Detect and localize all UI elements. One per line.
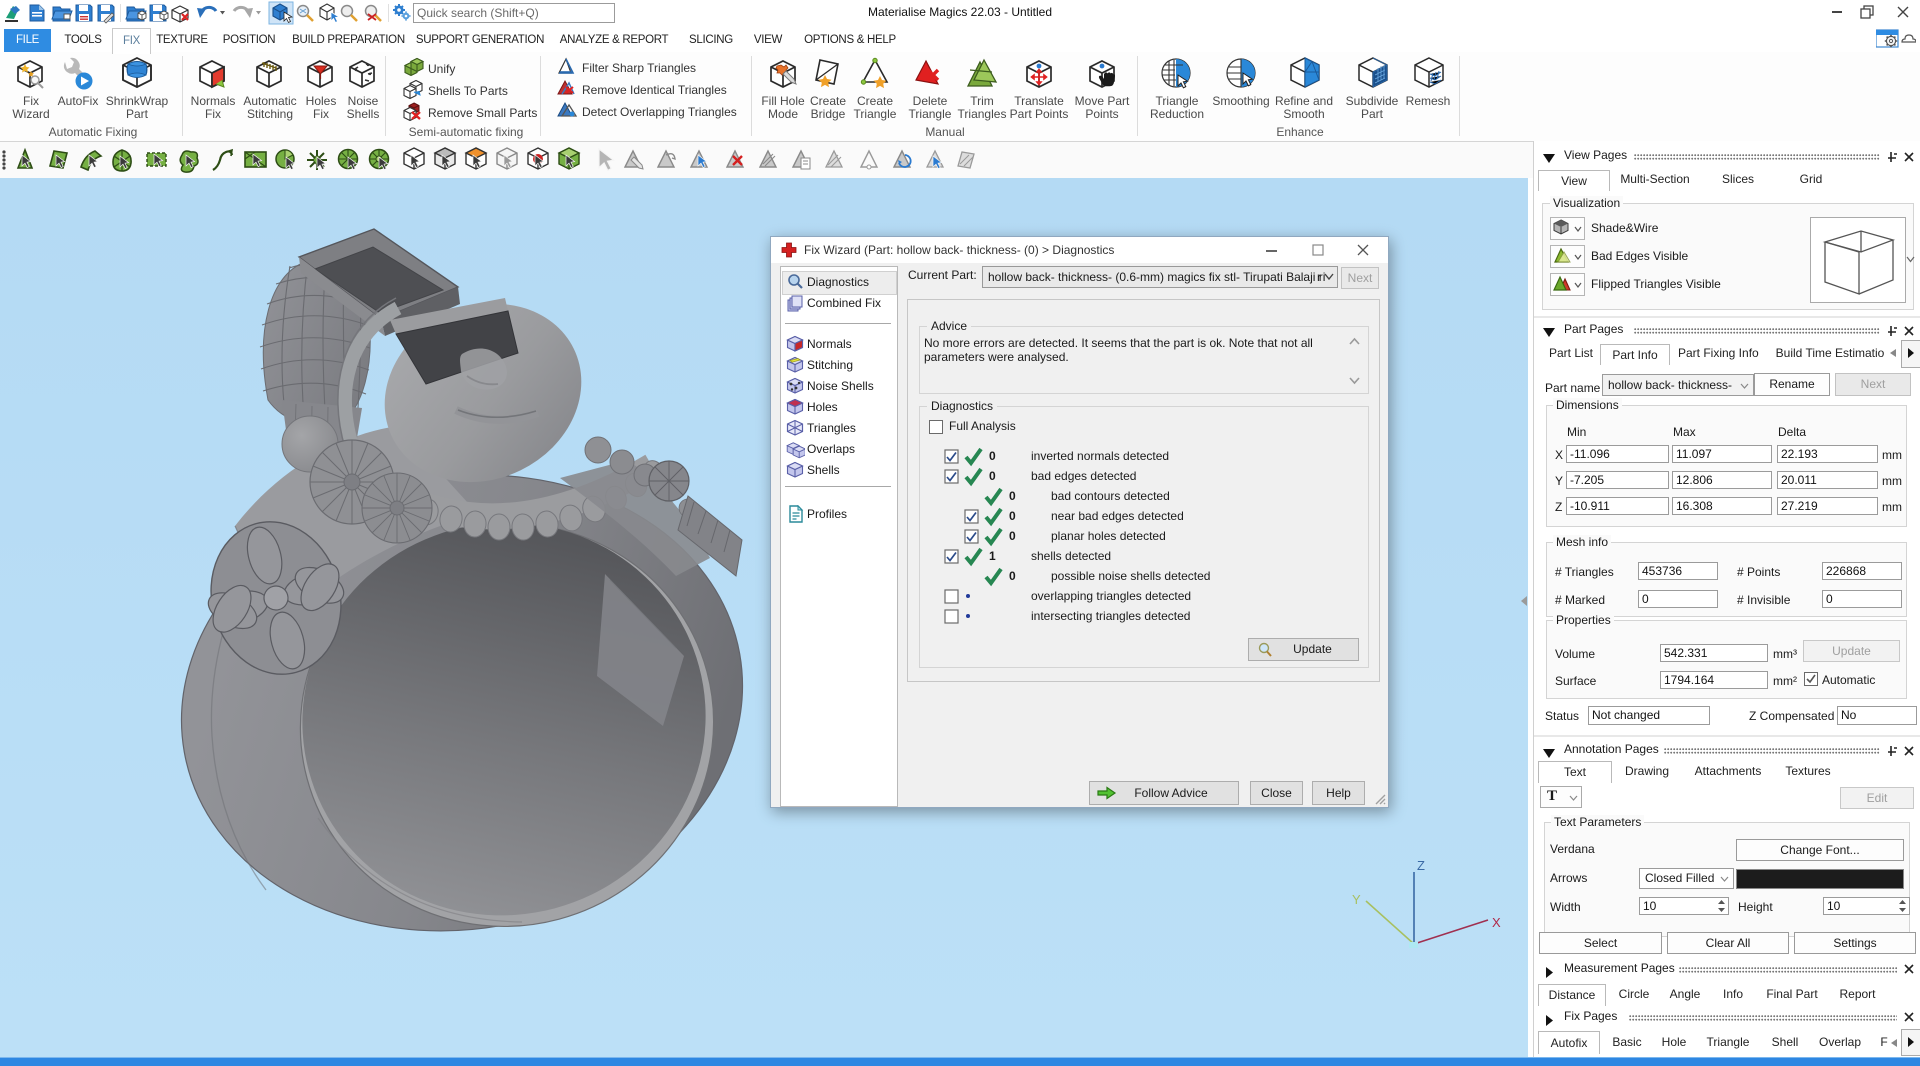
svg-text:Z: Z xyxy=(1417,858,1425,873)
svg-text:X: X xyxy=(1492,915,1501,930)
svg-text:Y: Y xyxy=(1352,892,1361,907)
